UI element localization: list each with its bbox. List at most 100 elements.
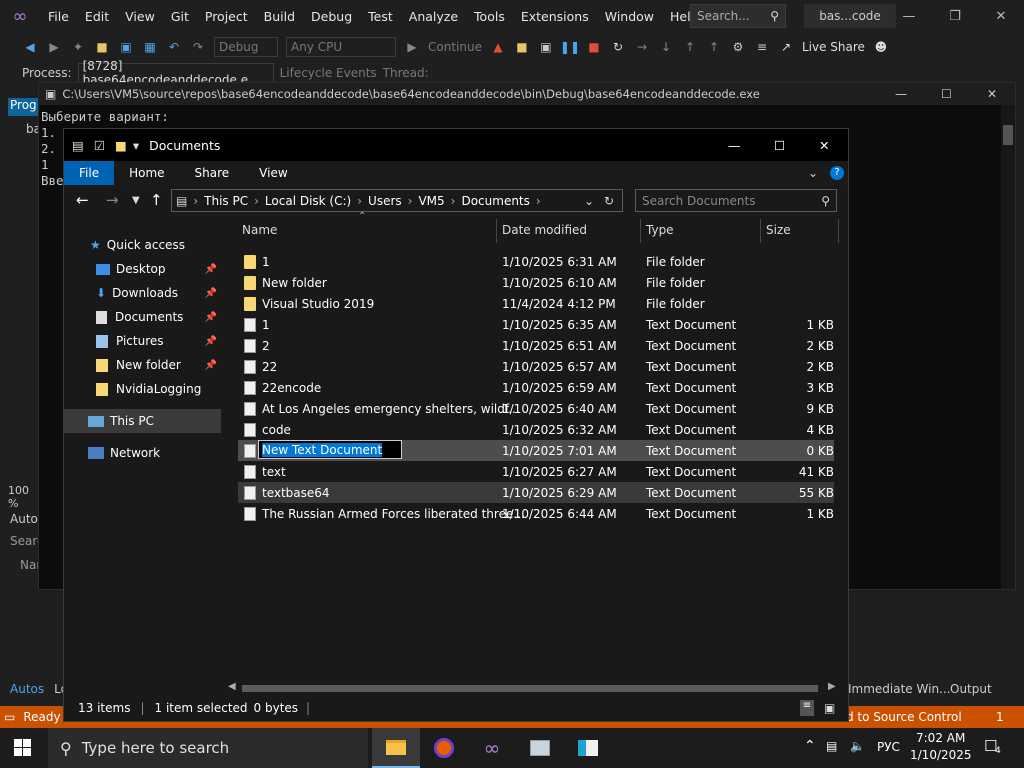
scroll-right-icon[interactable]: ▶ (828, 681, 836, 692)
address-box[interactable]: ▤ › This PC › Local Disk (C:) › Users › … (171, 189, 623, 212)
start-button-icon[interactable] (14, 739, 31, 756)
pin-icon[interactable]: 📌 (205, 288, 217, 299)
show-hidden-icons-icon[interactable]: ⌃ (804, 738, 816, 754)
nav-desktop[interactable]: Desktop 📌 (64, 257, 221, 281)
breadcrumb-vm5[interactable]: VM5 (418, 194, 444, 208)
column-type[interactable]: Type (646, 223, 674, 237)
scroll-left-icon[interactable]: ◀ (228, 681, 236, 692)
zoom-level[interactable]: 100 % (8, 484, 40, 510)
checkbox-icon[interactable]: ☑ (94, 138, 105, 153)
console-minimize-button[interactable]: — (895, 87, 907, 101)
nav-nvidialogging[interactable]: NvidiaLogging (64, 377, 221, 401)
process-dropdown[interactable]: [8728] base64encodeanddecode.e (77, 59, 274, 87)
pin-icon[interactable]: 📌 (205, 264, 217, 275)
file-row[interactable]: textbase64 1/10/2025 6:29 AM Text Document… (238, 482, 834, 503)
menu-tools[interactable]: Tools (466, 9, 513, 24)
tab-output[interactable]: Output (950, 682, 992, 696)
up-arrow-icon[interactable]: ↑ (150, 191, 163, 209)
forward-arrow-icon[interactable]: → (106, 191, 119, 209)
folder-icon[interactable]: ■ (514, 39, 530, 55)
layout-icon[interactable]: ≡ (754, 39, 770, 55)
explorer-close-button[interactable]: ✕ (819, 138, 829, 153)
play-icon[interactable]: ▶ (404, 39, 420, 55)
menu-file[interactable]: File (40, 9, 77, 24)
file-row[interactable]: 1 1/10/2025 6:35 AM Text Document 1 KB (238, 314, 834, 335)
explorer-maximize-button[interactable]: ☐ (774, 138, 785, 153)
nav-this-pc[interactable]: This PC (64, 409, 221, 433)
menu-extensions[interactable]: Extensions (513, 9, 597, 24)
taskbar-firefox[interactable] (420, 728, 468, 768)
nav-new-folder[interactable]: New folder 📌 (64, 353, 221, 377)
horizontal-scrollbar[interactable]: ◀ ▶ (224, 681, 844, 695)
taskbar-app-4[interactable] (516, 728, 564, 768)
save-icon[interactable]: ▣ (118, 39, 134, 55)
menu-edit[interactable]: Edit (77, 9, 117, 24)
folder-icon[interactable]: ■ (115, 138, 127, 153)
live-share-button[interactable]: Live Share (802, 40, 865, 54)
live-share-icon[interactable]: ↗ (778, 39, 794, 55)
rename-input[interactable]: New Text Document (258, 440, 402, 459)
breadcrumb-users[interactable]: Users (368, 194, 402, 208)
save-all-icon[interactable]: ▦ (142, 39, 158, 55)
file-row[interactable]: The Russian Armed Forces liberated three… (238, 503, 834, 524)
folder-row[interactable]: 1 1/10/2025 6:31 AM File folder (238, 251, 834, 272)
clock-date[interactable]: 1/10/2025 (910, 748, 972, 762)
tab-immediate[interactable]: Immediate Win... (848, 682, 951, 696)
ribbon-tab-home[interactable]: Home (114, 161, 179, 185)
menu-git[interactable]: Git (163, 9, 197, 24)
menu-window[interactable]: Window (597, 9, 662, 24)
new-item-icon[interactable]: ✦ (70, 39, 86, 55)
add-to-source-control-button[interactable]: d to Source Control (846, 710, 962, 724)
restart-icon[interactable]: ↻ (610, 39, 626, 55)
quick-access-dropdown-icon[interactable]: ▾ (133, 138, 139, 153)
console-close-button[interactable]: ✕ (987, 87, 997, 101)
network-tray-icon[interactable]: ▤ (826, 739, 837, 753)
file-row[interactable]: 22encode 1/10/2025 6:59 AM Text Document 3 … (238, 377, 834, 398)
ribbon-expand-icon[interactable]: ⌄ (808, 166, 818, 180)
continue-button[interactable]: Continue (428, 40, 482, 54)
nav-network[interactable]: Network (64, 441, 221, 465)
nav-pictures[interactable]: Pictures 📌 (64, 329, 221, 353)
folder-row[interactable]: Visual Studio 2019 11/4/2024 4:12 PM File … (238, 293, 834, 314)
menu-test[interactable]: Test (360, 9, 401, 24)
volume-icon[interactable]: 🔈 (850, 739, 865, 753)
stop-icon[interactable]: ■ (586, 39, 602, 55)
taskbar-file-explorer[interactable] (372, 728, 420, 768)
column-name[interactable]: Name (242, 223, 277, 237)
lifecycle-events-button[interactable]: Lifecycle Events (280, 66, 377, 80)
open-folder-icon[interactable]: ■ (94, 39, 110, 55)
nav-documents[interactable]: Documents 📌 (64, 305, 221, 329)
menu-project[interactable]: Project (197, 9, 256, 24)
platform-dropdown[interactable]: Any CPU (286, 37, 396, 57)
ribbon-tab-view[interactable]: View (244, 161, 302, 185)
feedback-icon[interactable]: ☻ (873, 39, 889, 55)
breadcrumb-documents[interactable]: Documents (461, 194, 529, 208)
step-icon[interactable]: → (634, 39, 650, 55)
vs-close-button[interactable]: ✕ (978, 0, 1024, 32)
folder-row[interactable]: New folder 1/10/2025 6:10 AM File folder (238, 272, 834, 293)
vs-minimize-button[interactable]: — (886, 0, 932, 32)
refresh-icon[interactable]: ↻ (604, 194, 614, 208)
redo-icon[interactable]: ↷ (190, 39, 206, 55)
address-dropdown-icon[interactable]: ⌄ (584, 194, 594, 208)
recent-locations-icon[interactable]: ▼ (132, 195, 140, 206)
nav-quick-access[interactable]: ★ Quick access (64, 233, 221, 257)
ribbon-tab-share[interactable]: Share (180, 161, 245, 185)
explorer-minimize-button[interactable]: — (728, 138, 741, 153)
config-dropdown[interactable]: Debug (214, 37, 278, 57)
menu-build[interactable]: Build (256, 9, 303, 24)
help-icon[interactable]: ? (830, 166, 844, 180)
forward-icon[interactable]: ▶ (46, 39, 62, 55)
vs-maximize-button[interactable]: ❐ (932, 0, 978, 32)
tab-autos[interactable]: Autos (10, 682, 44, 696)
hot-reload-icon[interactable]: ▲ (490, 39, 506, 55)
back-icon[interactable]: ◀ (22, 39, 38, 55)
taskbar-visual-studio[interactable]: ∞ (468, 728, 516, 768)
large-icons-view-icon[interactable]: ▣ (824, 701, 835, 715)
file-row[interactable]: At Los Angeles emergency shelters, wildf… (238, 398, 834, 419)
taskbar-search-box[interactable]: ⚲ Type here to search (48, 728, 368, 768)
program-tab[interactable]: Prog (8, 98, 40, 116)
vs-search-box[interactable]: Search... ⚲ (690, 4, 786, 28)
ribbon-tab-file[interactable]: File (64, 161, 115, 185)
language-indicator[interactable]: РУС (877, 740, 900, 754)
